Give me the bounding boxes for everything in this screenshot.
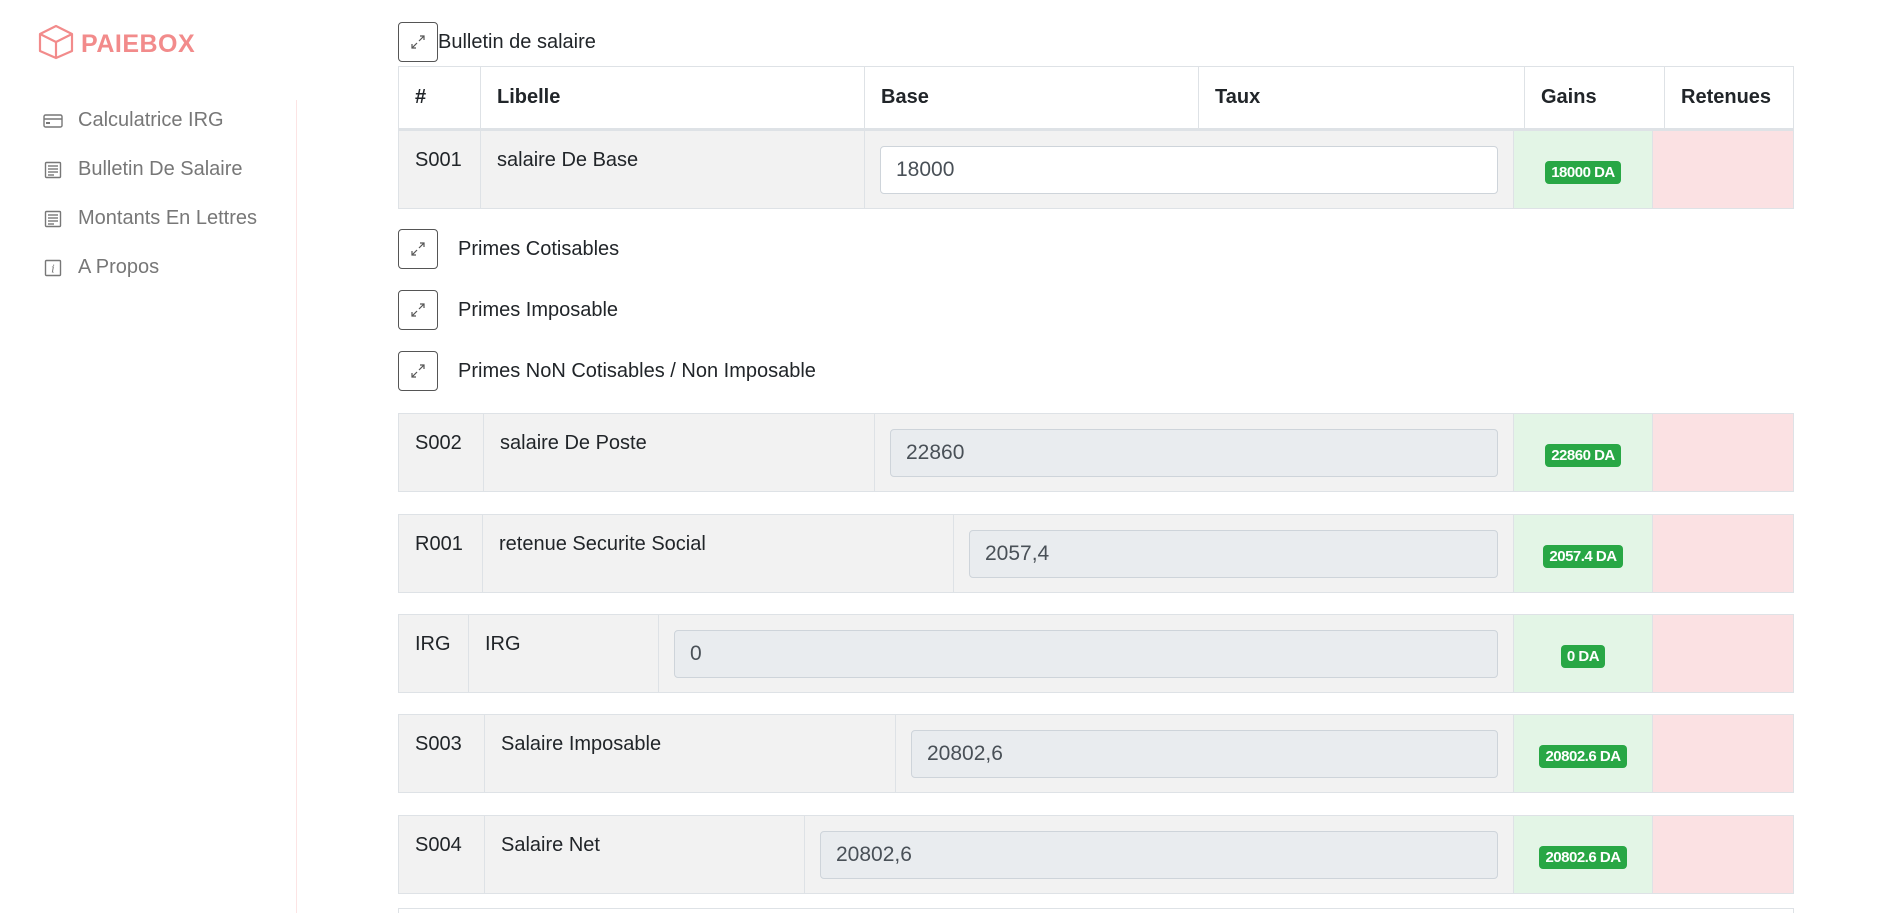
section-primes-imposable: Primes Imposable <box>398 290 618 330</box>
gain-badge: 20802.6 DA <box>1539 846 1627 869</box>
sidebar-item-label: Calculatrice IRG <box>78 109 224 131</box>
retenues-cell <box>1653 715 1793 792</box>
next-table-edge <box>398 908 1794 913</box>
sidebar: PAIEBOX Calculatrice IRG Bulletin De Sal… <box>0 0 298 913</box>
gains-cell: 18000 DA <box>1513 131 1653 208</box>
row-code: S003 <box>399 715 485 792</box>
row-code: S004 <box>399 816 485 893</box>
section-primes-cotisables: Primes Cotisables <box>398 229 619 269</box>
readonly-input[interactable]: 22860 <box>890 429 1498 477</box>
gain-badge: 0 DA <box>1560 645 1606 668</box>
section-primes-non-cotisables: Primes NoN Cotisables / Non Imposable <box>398 351 816 391</box>
column-header: Base <box>865 67 1199 128</box>
readonly-input[interactable]: 0 <box>674 630 1498 678</box>
page-title: Bulletin de salaire <box>438 30 596 53</box>
retenues-cell <box>1653 414 1793 491</box>
expand-icon <box>411 364 425 378</box>
bulletin-title-row: Bulletin de salaire <box>398 22 596 62</box>
gains-cell: 20802.6 DA <box>1513 816 1653 893</box>
table-row: S003 Salaire Imposable 20802,6 20802.6 D… <box>398 714 1794 793</box>
salaire-base-input[interactable]: 18000 <box>880 146 1498 194</box>
base-input-cell: 18000 <box>865 131 1513 208</box>
input-cell: 20802,6 <box>805 816 1513 893</box>
input-cell: 0 <box>659 615 1513 692</box>
document-icon <box>42 210 64 228</box>
table-row: S001 salaire De Base 18000 18000 DA <box>398 130 1794 209</box>
brand-name: PAIEBOX <box>81 30 196 58</box>
gain-badge: 2057.4 DA <box>1543 545 1623 568</box>
table-row: IRG IRG 0 0 DA <box>398 614 1794 693</box>
info-icon: i <box>42 259 64 277</box>
row-code: R001 <box>399 515 483 592</box>
row-code: S001 <box>399 131 481 208</box>
row-label: retenue Securite Social <box>483 515 954 592</box>
column-header: Taux <box>1199 67 1525 128</box>
readonly-input[interactable]: 20802,6 <box>911 730 1498 778</box>
input-cell: 20802,6 <box>896 715 1513 792</box>
expand-toggle-button[interactable] <box>398 290 438 330</box>
input-cell: 22860 <box>875 414 1513 491</box>
gain-badge: 20802.6 DA <box>1539 745 1627 768</box>
brand-logo[interactable]: PAIEBOX <box>37 24 195 65</box>
gain-badge: 22860 DA <box>1545 444 1621 467</box>
expand-icon <box>411 303 425 317</box>
sidebar-item-a-propos[interactable]: i A Propos <box>42 243 257 292</box>
column-header: Retenues <box>1681 86 1772 108</box>
sidebar-item-calculatrice-irg[interactable]: Calculatrice IRG <box>42 96 257 145</box>
sidebar-divider <box>296 100 297 913</box>
section-label: Primes Cotisables <box>458 237 620 260</box>
retenues-cell <box>1653 515 1793 592</box>
column-header: Libelle <box>481 67 865 128</box>
row-label: IRG <box>469 615 659 692</box>
section-label: Primes Imposable <box>458 298 619 321</box>
input-cell: 2057,4 <box>954 515 1513 592</box>
retenues-cell <box>1653 816 1793 893</box>
sidebar-item-label: Bulletin De Salaire <box>78 158 243 180</box>
svg-text:i: i <box>51 262 55 275</box>
gains-cell: 0 DA <box>1513 615 1653 692</box>
gains-cell: 22860 DA <box>1513 414 1653 491</box>
row-code: IRG <box>399 615 469 692</box>
table-header: # Libelle Base Taux Gains Retenues <box>398 66 1794 130</box>
sidebar-item-label: Montants En Lettres <box>78 207 257 229</box>
column-header: # <box>399 67 481 128</box>
gains-cell: 2057.4 DA <box>1513 515 1653 592</box>
credit-card-icon <box>42 112 64 130</box>
row-label: salaire De Base <box>481 131 865 208</box>
section-label: Primes NoN Cotisables / Non Imposable <box>458 359 816 382</box>
sidebar-item-label: A Propos <box>78 256 160 278</box>
sidebar-item-bulletin-de-salaire[interactable]: Bulletin De Salaire <box>42 145 257 194</box>
row-label: Salaire Net <box>485 816 805 893</box>
row-code: S002 <box>399 414 484 491</box>
expand-toggle-button[interactable] <box>398 351 438 391</box>
column-header: Gains <box>1525 67 1665 128</box>
gains-cell: 20802.6 DA <box>1513 715 1653 792</box>
cube-icon <box>37 24 75 65</box>
table-row: S002 salaire De Poste 22860 22860 DA <box>398 413 1794 492</box>
retenues-cell <box>1653 615 1793 692</box>
retenues-cell <box>1653 131 1793 208</box>
sidebar-nav: Calculatrice IRG Bulletin De Salaire Mon… <box>42 96 257 292</box>
row-label: salaire De Poste <box>484 414 875 491</box>
row-label: Salaire Imposable <box>485 715 896 792</box>
table-row: R001 retenue Securite Social 2057,4 2057… <box>398 514 1794 593</box>
document-icon <box>42 161 64 179</box>
expand-toggle-button[interactable] <box>398 229 438 269</box>
expand-toggle-button[interactable] <box>398 22 438 62</box>
expand-icon <box>411 35 425 49</box>
readonly-input[interactable]: 2057,4 <box>969 530 1498 578</box>
table-row: S004 Salaire Net 20802,6 20802.6 DA <box>398 815 1794 894</box>
gain-badge: 18000 DA <box>1545 161 1621 184</box>
readonly-input[interactable]: 20802,6 <box>820 831 1498 879</box>
expand-icon <box>411 242 425 256</box>
sidebar-item-montants-en-lettres[interactable]: Montants En Lettres <box>42 194 257 243</box>
